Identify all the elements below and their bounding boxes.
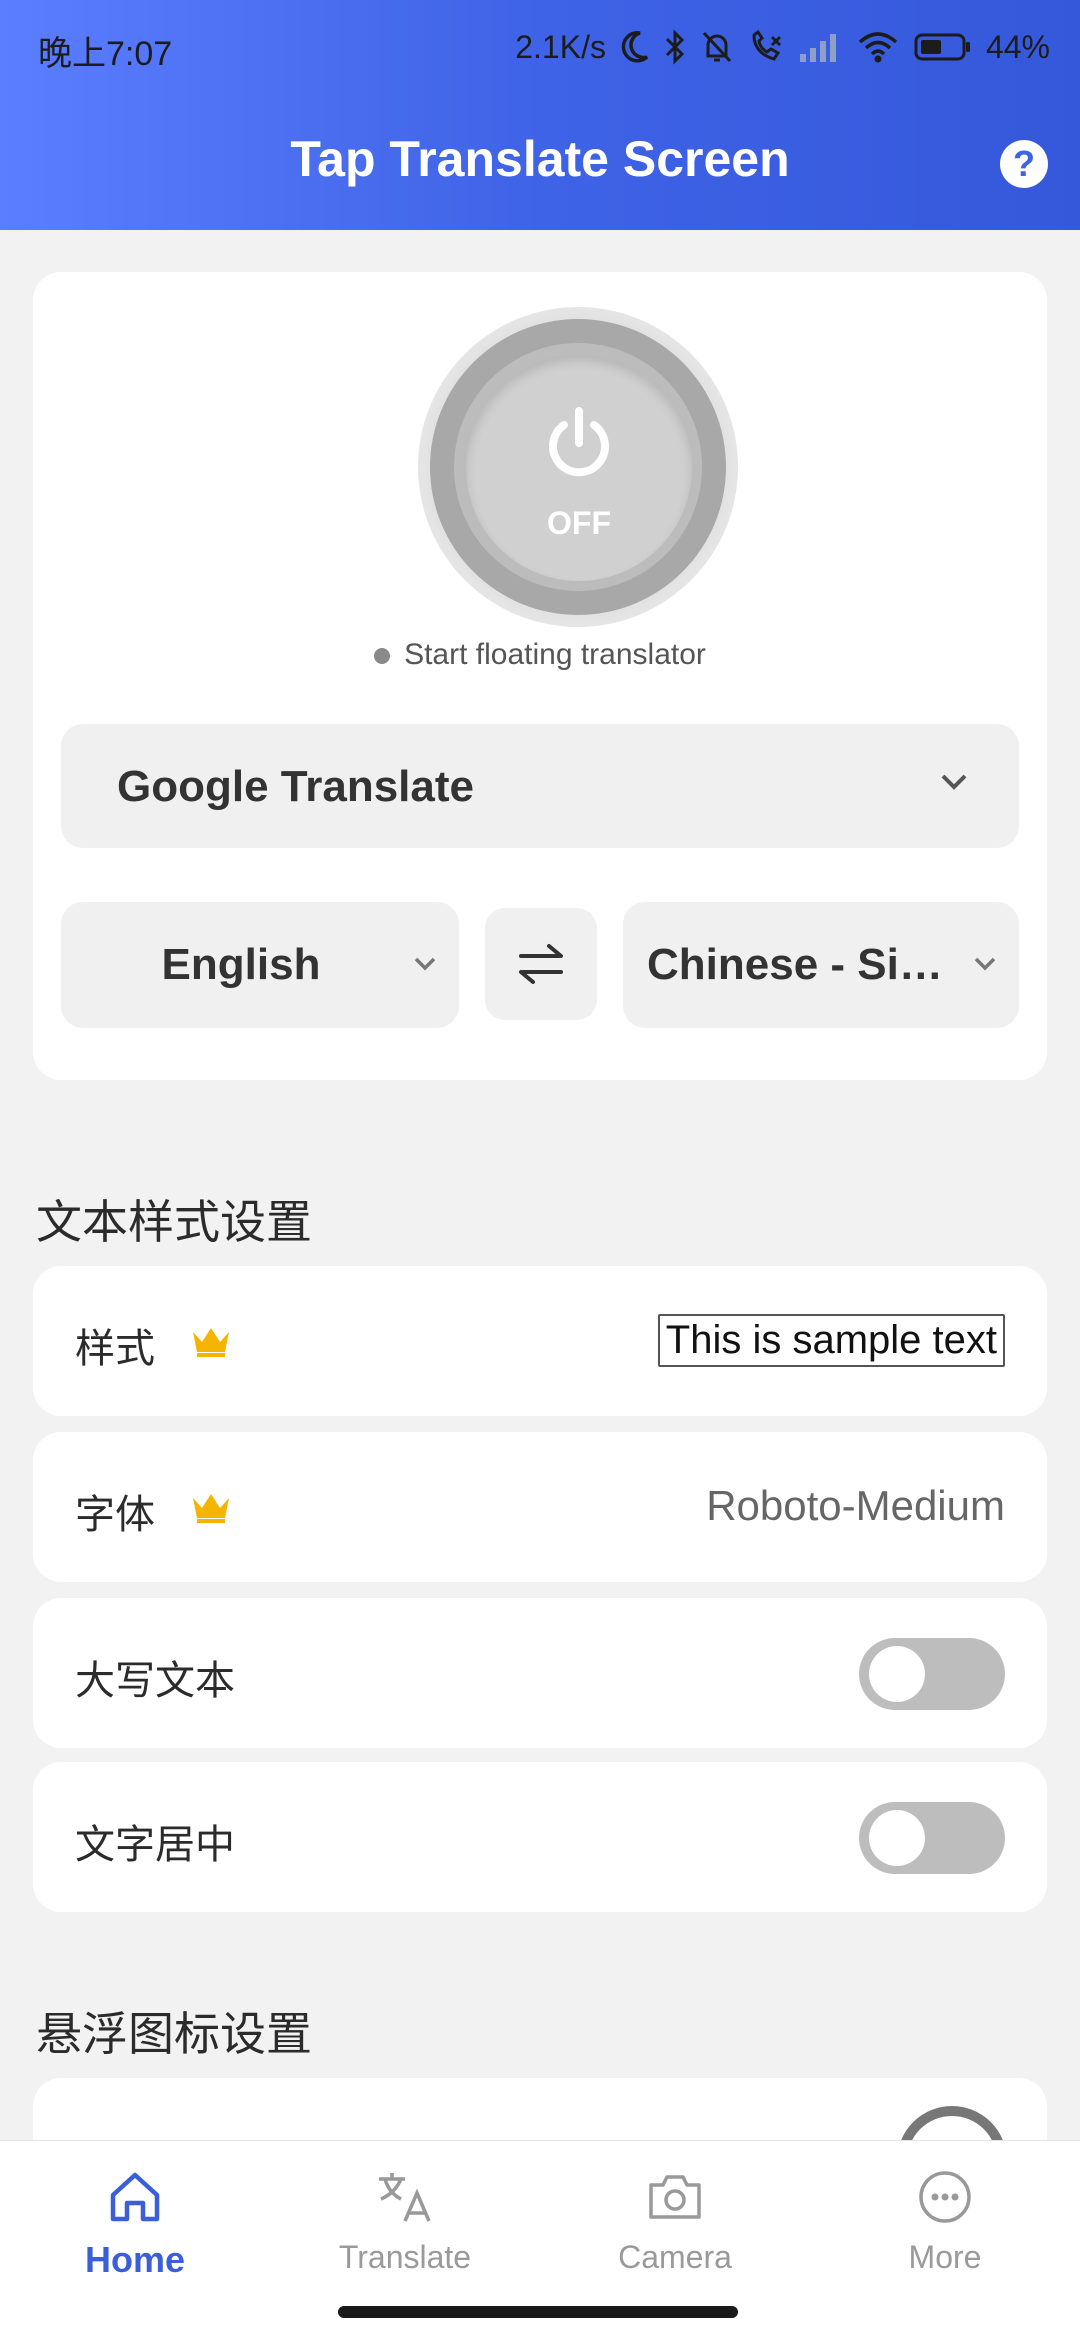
bluetooth-icon	[664, 29, 686, 65]
center-text-label: 文字居中	[75, 1823, 235, 1867]
translator-card: OFF Start floating translator Google Tra…	[33, 272, 1047, 1080]
help-icon[interactable]: ?	[1000, 140, 1048, 188]
home-indicator	[338, 2306, 738, 2318]
chevron-down-icon	[941, 774, 967, 790]
power-icon	[549, 407, 609, 477]
power-state-label: OFF	[547, 505, 611, 541]
nav-camera-label: Camera	[618, 2239, 732, 2275]
power-button[interactable]: OFF	[466, 355, 692, 581]
nav-camera[interactable]: Camera	[575, 2169, 775, 2276]
uppercase-row: 大写文本	[33, 1598, 1047, 1748]
engine-value: Google Translate	[117, 762, 474, 811]
nav-more-label: More	[908, 2239, 982, 2275]
translate-icon	[379, 2173, 431, 2222]
toggle-knob	[869, 1646, 925, 1702]
style-row[interactable]: 样式 This is sample text	[33, 1266, 1047, 1416]
swap-languages-button[interactable]	[485, 908, 597, 1020]
floating-icon-section-title: 悬浮图标设置	[36, 2008, 312, 2060]
status-icons: 2.1K/s 44%	[515, 22, 1050, 72]
target-language-select[interactable]: Chinese - Simplified	[623, 902, 1019, 1028]
status-time: 晚上7:07	[38, 35, 173, 73]
home-icon	[110, 2172, 160, 2222]
battery-percent: 44%	[985, 28, 1050, 65]
call-icon	[748, 29, 784, 65]
start-label: Start floating translator	[404, 638, 706, 671]
moon-icon	[620, 30, 650, 64]
chevron-down-icon	[974, 957, 996, 971]
center-text-row: 文字居中	[33, 1762, 1047, 1912]
font-label: 字体	[75, 1493, 155, 1537]
net-speed: 2.1K/s	[515, 28, 606, 65]
app-header: 晚上7:07 2.1K/s 44% Tap Translate Screen ?	[0, 0, 1080, 230]
style-label: 样式	[75, 1327, 155, 1371]
page-title: Tap Translate Screen	[290, 131, 790, 187]
center-text-toggle[interactable]	[859, 1802, 1005, 1874]
crown-icon	[193, 1494, 229, 1523]
uppercase-label: 大写文本	[75, 1659, 235, 1703]
uppercase-toggle[interactable]	[859, 1638, 1005, 1710]
start-floating-status: Start floating translator	[33, 638, 1047, 672]
wifi-icon	[856, 30, 900, 64]
nav-home-label: Home	[84, 2239, 186, 2280]
font-value: Roboto-Medium	[706, 1482, 1005, 1529]
mute-bell-icon	[700, 29, 734, 65]
engine-select[interactable]: Google Translate	[61, 724, 1019, 848]
font-row[interactable]: 字体 Roboto-Medium	[33, 1432, 1047, 1582]
signal-icon	[798, 30, 842, 64]
status-dot	[374, 648, 391, 665]
nav-more[interactable]: More	[845, 2169, 1045, 2276]
nav-translate[interactable]: Translate	[305, 2169, 505, 2276]
text-style-section-title: 文本样式设置	[36, 1196, 312, 1248]
more-icon	[919, 2171, 971, 2223]
swap-icon	[519, 944, 563, 984]
source-language-value: English	[161, 940, 321, 989]
target-language-value: Chinese - Simplified	[647, 940, 977, 989]
camera-icon	[649, 2175, 701, 2219]
nav-home[interactable]: Home	[35, 2169, 235, 2281]
crown-icon	[193, 1328, 229, 1357]
status-bar: 晚上7:07 2.1K/s 44%	[0, 0, 1080, 92]
nav-translate-label: Translate	[338, 2239, 472, 2275]
toggle-knob	[869, 1810, 925, 1866]
style-sample: This is sample text	[657, 1314, 1005, 1367]
source-language-select[interactable]: English	[61, 902, 459, 1028]
battery-icon	[914, 32, 972, 62]
power-toggle[interactable]: OFF	[418, 307, 738, 627]
chevron-down-icon	[414, 957, 436, 971]
